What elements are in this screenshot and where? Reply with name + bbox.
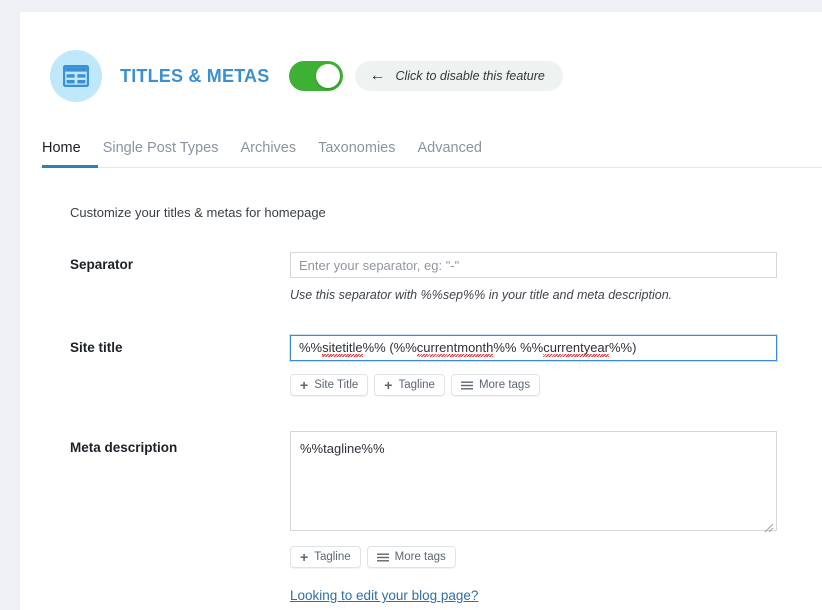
- insert-site-title-button[interactable]: + Site Title: [290, 374, 369, 396]
- site-title-control: %%sitetitle%% (%%currentmonth%% %%curren…: [290, 335, 779, 396]
- more-tags-label: More tags: [478, 379, 531, 391]
- insert-tagline-button[interactable]: + Tagline: [374, 374, 445, 396]
- site-title-tag-buttons: + Site Title + Tagline More tags: [290, 374, 779, 396]
- disable-feature-hint-label: Click to disable this feature: [395, 69, 545, 83]
- tab-bar: Home Single Post Types Archives Taxonomi…: [40, 132, 822, 168]
- page-root: TITLES & METAS ← Click to disable this f…: [0, 0, 822, 610]
- insert-tagline-button-meta[interactable]: + Tagline: [290, 546, 361, 568]
- separator-control: Use this separator with %%sep%% in your …: [290, 252, 777, 302]
- edit-blog-page-link[interactable]: Looking to edit your blog page?: [290, 588, 478, 603]
- site-title-label: Site title: [70, 340, 123, 355]
- meta-description-control: + Tagline More tags: [290, 431, 777, 568]
- tab-advanced[interactable]: Advanced: [417, 140, 482, 165]
- insert-tagline-label-meta: Tagline: [314, 551, 351, 563]
- tab-home[interactable]: Home: [42, 140, 81, 165]
- insert-tagline-label: Tagline: [398, 379, 435, 391]
- disable-feature-hint: ← Click to disable this feature: [355, 61, 563, 91]
- more-tags-label-meta: More tags: [394, 551, 446, 563]
- site-title-input[interactable]: [290, 335, 777, 361]
- section-intro-text: Customize your titles & metas for homepa…: [70, 205, 326, 220]
- separator-helper-text: Use this separator with %%sep%% in your …: [290, 288, 673, 302]
- meta-description-tag-buttons: + Tagline More tags: [290, 546, 777, 568]
- feature-enable-toggle[interactable]: [289, 61, 344, 91]
- more-tags-button-meta[interactable]: More tags: [366, 546, 456, 568]
- plus-icon: +: [300, 376, 309, 393]
- plus-icon: +: [300, 548, 309, 565]
- separator-input[interactable]: [290, 252, 777, 278]
- more-tags-button[interactable]: More tags: [450, 374, 541, 396]
- hamburger-icon: [376, 553, 389, 562]
- tab-active-indicator: [42, 165, 98, 168]
- hamburger-icon: [460, 381, 473, 390]
- field-meta-description: Meta description + Tagline: [70, 431, 810, 580]
- field-site-title: Site title %%sitetitle%% (%%currentmonth…: [70, 335, 810, 400]
- meta-description-textarea[interactable]: [290, 431, 777, 531]
- tab-taxonomies[interactable]: Taxonomies: [318, 140, 395, 165]
- field-separator: Separator Use this separator with %%sep%…: [70, 252, 810, 317]
- settings-card: TITLES & METAS ← Click to disable this f…: [20, 12, 822, 610]
- table-grid-icon: [50, 50, 102, 102]
- plus-icon: +: [384, 376, 393, 393]
- tab-bar-divider: [40, 167, 822, 168]
- separator-label: Separator: [70, 257, 134, 272]
- insert-site-title-label: Site Title: [314, 379, 359, 391]
- page-title: TITLES & METAS: [120, 65, 270, 86]
- feature-header: TITLES & METAS ← Click to disable this f…: [50, 46, 563, 106]
- meta-description-label: Meta description: [70, 440, 178, 455]
- toggle-knob: [316, 64, 341, 88]
- tab-archives[interactable]: Archives: [241, 140, 297, 165]
- arrow-left-icon: ←: [369, 67, 386, 84]
- tab-single-post-types[interactable]: Single Post Types: [103, 140, 219, 165]
